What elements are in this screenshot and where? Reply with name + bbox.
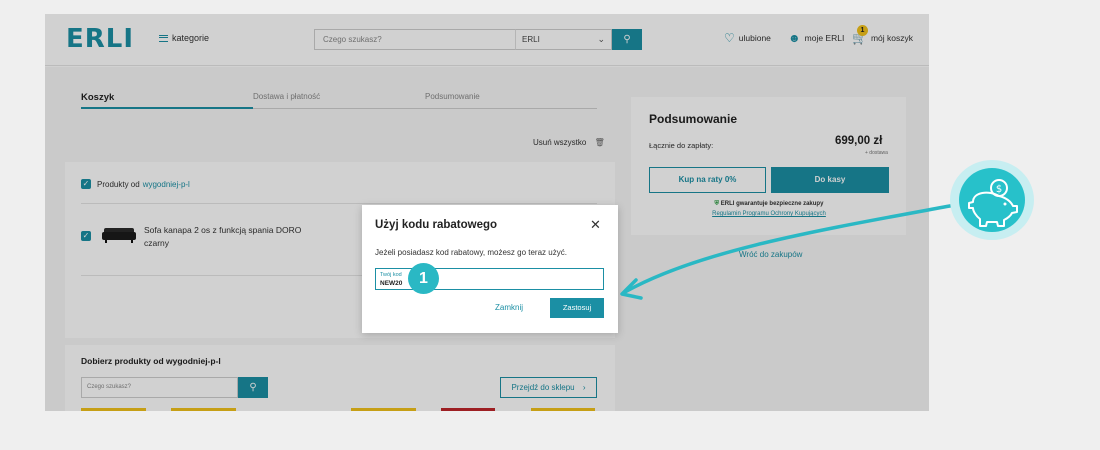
callout-arrow xyxy=(620,203,957,300)
callout-number-badge: 1 xyxy=(408,263,439,294)
piggy-bank-icon: $ xyxy=(959,168,1025,232)
svg-text:$: $ xyxy=(996,184,1002,195)
